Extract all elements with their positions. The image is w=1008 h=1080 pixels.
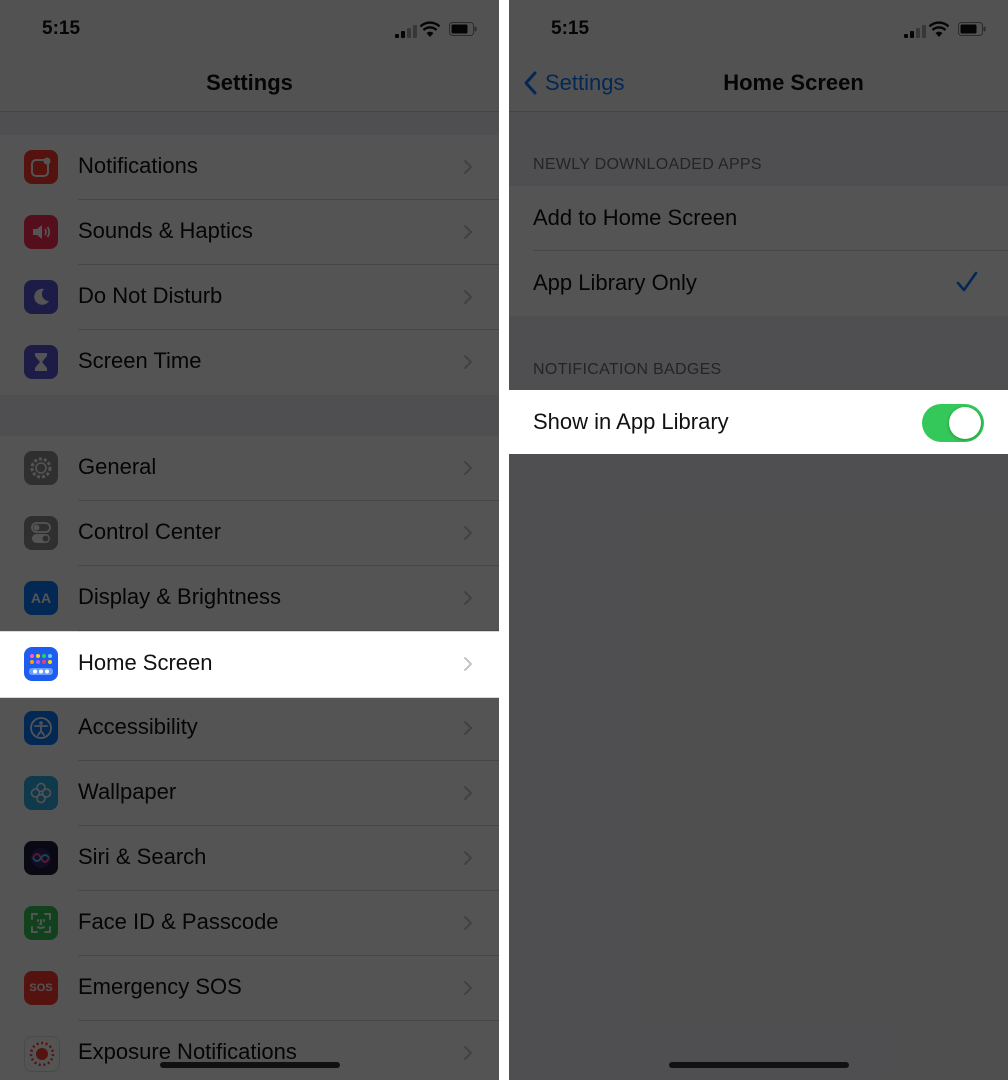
settings-row-home-screen[interactable]: Home Screen <box>0 632 499 697</box>
settings-row-display-and-brightness[interactable]: AA Display & Brightness <box>0 566 499 631</box>
toggles-icon <box>24 516 58 550</box>
home-indicator <box>159 1062 340 1068</box>
option-label: App Library Only <box>533 270 697 295</box>
settings-row-control-center[interactable]: Control Center <box>0 501 499 566</box>
settings-row-face-id-and-passcode[interactable]: Face ID & Passcode <box>0 891 499 956</box>
settings-row-label: General <box>78 454 157 479</box>
chevron-right-icon <box>464 526 472 540</box>
settings-row-label: Notifications <box>78 153 198 178</box>
settings-row-label: Accessibility <box>78 714 198 739</box>
settings-row-wallpaper[interactable]: Wallpaper <box>0 761 499 826</box>
option-add-to-home-screen[interactable]: Add to Home Screen <box>509 186 1008 251</box>
chevron-right-icon <box>464 1046 472 1060</box>
settings-group-general: General Control Center AA Display & Brightn… <box>0 436 499 1080</box>
settings-row-label: Emergency SOS <box>78 974 242 999</box>
settings-row-do-not-disturb[interactable]: Do Not Disturb <box>0 265 499 330</box>
settings-row-accessibility[interactable]: Accessibility <box>0 696 499 761</box>
cellular-signal-icon <box>395 24 417 38</box>
settings-row-label: Sounds & Haptics <box>78 218 253 243</box>
status-bar: 5:15 <box>509 0 1008 56</box>
chevron-right-icon <box>464 355 472 369</box>
chevron-right-icon <box>464 160 472 174</box>
chevron-left-icon <box>524 71 537 95</box>
cellular-signal-icon <box>904 24 926 38</box>
section-header-newly-downloaded: NEWLY DOWNLOADED APPS <box>533 156 762 173</box>
settings-row-notifications[interactable]: Notifications <box>0 135 499 200</box>
home-indicator <box>668 1062 849 1068</box>
option-label: Add to Home Screen <box>533 205 738 230</box>
section-header-notification-badges: NOTIFICATION BADGES <box>533 361 722 378</box>
screen-divider <box>499 0 509 1080</box>
chevron-right-icon <box>464 981 472 995</box>
settings-row-general[interactable]: General <box>0 436 499 501</box>
chevron-right-icon <box>464 225 472 239</box>
home-screen-options: NEWLY DOWNLOADED APPS Add to Home Screen… <box>509 112 1008 1080</box>
settings-row-label: Screen Time <box>78 348 202 373</box>
status-time: 5:15 <box>551 18 590 39</box>
show-in-app-library-row[interactable]: Show in App Library <box>509 390 1008 454</box>
settings-list: Notifications Sounds & Haptics Do Not Dist… <box>0 112 499 1080</box>
chevron-right-icon <box>464 721 472 735</box>
moon-icon <box>24 280 58 314</box>
exposure-icon <box>24 1036 60 1072</box>
chevron-right-icon <box>464 916 472 930</box>
option-app-library-only[interactable]: App Library Only <box>509 251 1008 316</box>
speaker-icon <box>24 215 58 249</box>
home-screen-settings: 5:15 Settings Home Screen NEWLY DOWNLOAD… <box>509 0 1008 1080</box>
siri-icon <box>24 841 58 875</box>
settings-row-screen-time[interactable]: Screen Time <box>0 330 499 395</box>
settings-screen: 5:15 Settings Notifications Sounds & Hapt… <box>0 0 499 1080</box>
text-size-icon: AA <box>24 581 58 615</box>
status-time: 5:15 <box>42 18 81 39</box>
page-title: Home Screen <box>723 70 864 95</box>
sos-icon: SOS <box>24 971 58 1005</box>
navigation-bar: Settings Home Screen <box>509 56 1008 112</box>
accessibility-icon <box>24 711 58 745</box>
flower-icon <box>24 776 58 810</box>
settings-row-emergency-sos[interactable]: SOS Emergency SOS <box>0 956 499 1021</box>
gear-icon <box>24 451 58 485</box>
chevron-right-icon <box>464 851 472 865</box>
chevron-right-icon <box>464 290 472 304</box>
chevron-right-icon <box>464 786 472 800</box>
settings-row-sounds-and-haptics[interactable]: Sounds & Haptics <box>0 200 499 265</box>
checkmark-icon <box>956 271 978 292</box>
chevron-right-icon <box>464 657 472 671</box>
settings-row-label: Home Screen <box>78 650 213 675</box>
settings-row-label: Siri & Search <box>78 844 207 869</box>
settings-row-exposure-notifications[interactable]: Exposure Notifications <box>0 1021 499 1080</box>
wifi-icon <box>928 21 950 37</box>
chevron-right-icon <box>464 591 472 605</box>
home-screen-grid-icon <box>24 647 58 681</box>
battery-icon <box>449 22 477 36</box>
battery-icon <box>958 22 986 36</box>
face-id-icon <box>24 906 58 940</box>
settings-row-siri-and-search[interactable]: Siri & Search <box>0 826 499 891</box>
navigation-bar: Settings <box>0 56 499 112</box>
show-in-app-library-label: Show in App Library <box>533 409 729 434</box>
hourglass-icon <box>24 345 58 379</box>
status-bar: 5:15 <box>0 0 499 56</box>
show-in-app-library-toggle[interactable] <box>922 404 984 442</box>
settings-row-label: Control Center <box>78 519 222 544</box>
settings-row-label: Wallpaper <box>78 779 177 804</box>
settings-group-focus: Notifications Sounds & Haptics Do Not Dist… <box>0 135 499 395</box>
page-title: Settings <box>206 70 293 95</box>
settings-row-label: Face ID & Passcode <box>78 909 279 934</box>
notifications-icon <box>24 150 58 184</box>
settings-row-label: Do Not Disturb <box>78 283 223 308</box>
chevron-right-icon <box>464 461 472 475</box>
settings-row-label: Display & Brightness <box>78 584 281 609</box>
highlighted-row-container: Home Screen <box>0 631 499 698</box>
wifi-icon <box>419 21 441 37</box>
toggle-knob <box>949 407 981 439</box>
newly-downloaded-options: Add to Home Screen App Library Only <box>509 186 1008 316</box>
